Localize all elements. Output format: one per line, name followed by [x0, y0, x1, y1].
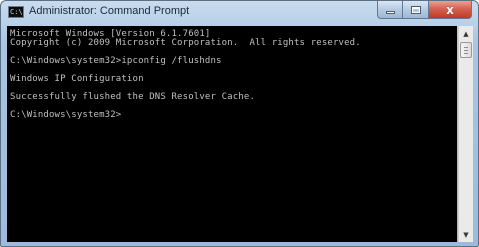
window-controls: x [377, 1, 472, 19]
console-prompt-line[interactable]: C:\Windows\system32> [10, 111, 457, 120]
console-line: Windows IP Configuration [10, 74, 144, 84]
close-button[interactable]: x [429, 1, 472, 19]
minimize-icon [385, 11, 395, 14]
vertical-scrollbar[interactable]: ▲ ▼ [458, 26, 473, 242]
grip-line [464, 50, 468, 51]
grip-line [464, 53, 468, 54]
console-output[interactable]: Microsoft Windows [Version 6.1.7601] Cop… [7, 26, 457, 242]
scroll-down-arrow-icon[interactable]: ▼ [459, 227, 473, 242]
window-title: Administrator: Command Prompt [29, 5, 190, 17]
title-bar[interactable]: C:\ Administrator: Command Prompt x [1, 1, 478, 25]
cmd-icon[interactable]: C:\ [8, 6, 24, 18]
minimize-button[interactable] [377, 1, 403, 19]
maximize-button[interactable] [403, 1, 429, 19]
scroll-up-arrow-icon[interactable]: ▲ [459, 26, 473, 41]
grip-line [464, 47, 468, 48]
scrollbar-thumb[interactable] [460, 42, 472, 58]
console-line: Successfully flushed the DNS Resolver Ca… [10, 92, 256, 102]
console-line: C:\Windows\system32>ipconfig /flushdns [10, 56, 222, 66]
console-line: Copyright (c) 2009 Microsoft Corporation… [10, 38, 361, 48]
command-prompt-window: C:\ Administrator: Command Prompt x Micr… [0, 0, 479, 247]
maximize-icon [410, 5, 421, 14]
close-icon: x [446, 2, 454, 17]
